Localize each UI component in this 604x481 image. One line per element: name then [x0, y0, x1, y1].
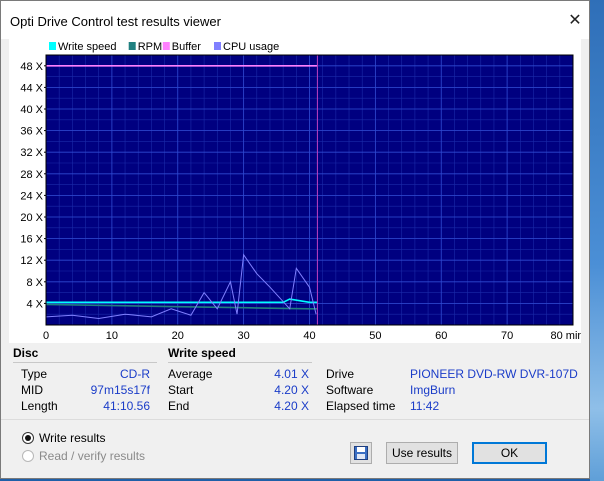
read-verify-radio[interactable]: [22, 450, 34, 462]
drive-info-label: Software: [326, 383, 374, 397]
read-verify-option[interactable]: Read / verify results: [22, 449, 145, 463]
x-tick-label: 0: [43, 330, 49, 342]
write-results-label: Write results: [39, 431, 106, 445]
write-speed-info-label: Start: [168, 383, 194, 397]
legend-swatch: [162, 42, 170, 50]
write-results-radio[interactable]: [22, 432, 34, 444]
desktop-background: [590, 0, 604, 481]
write-speed-info-value: 4.20 X: [274, 399, 309, 413]
y-tick-label: 8 X: [26, 277, 43, 289]
chart-panel: Write speed RPM Buffer CPU usage 4 X 8 X 12 X 1…: [9, 39, 584, 343]
write-speed-info-value: 4.20 X: [274, 383, 309, 397]
drive-info-value: ImgBurn: [410, 383, 456, 397]
write-results-option[interactable]: Write results: [22, 431, 105, 445]
ok-button[interactable]: OK: [472, 442, 547, 464]
legend-swatch: [128, 42, 136, 50]
y-tick-label: 28 X: [20, 169, 43, 181]
y-tick-label: 36 X: [20, 126, 43, 138]
write-speed-info-value: 4.01 X: [274, 367, 309, 381]
disc-info-value: CD-R: [120, 367, 150, 381]
x-tick-label: 10: [106, 330, 118, 342]
disc-header: Disc: [13, 346, 39, 360]
x-tick-label: 40: [303, 330, 315, 342]
write-speed-divider: [168, 362, 312, 363]
y-tick-label: 40 X: [20, 104, 43, 116]
disc-info-value: 41:10.56: [103, 399, 150, 413]
y-tick-label: 12 X: [20, 255, 43, 267]
disc-divider: [13, 362, 157, 363]
window-title: Opti Drive Control test results viewer: [10, 14, 221, 29]
drive-info-value: PIONEER DVD-RW DVR-107D: [410, 367, 578, 381]
read-verify-label: Read / verify results: [39, 449, 146, 463]
write-speed-chart: Write speed RPM Buffer CPU usage 4 X 8 X 12 X 1…: [20, 41, 583, 342]
legend-swatch: [214, 42, 221, 50]
save-button[interactable]: [350, 442, 372, 464]
legend-label: CPU usage: [223, 41, 279, 53]
legend-swatch: [49, 42, 56, 50]
drive-info-label: Elapsed time: [326, 399, 396, 413]
write-speed-header: Write speed: [168, 346, 236, 360]
y-tick-label: 32 X: [20, 147, 43, 159]
x-tick-label: 50: [369, 330, 381, 342]
legend-label: Write speed: [58, 41, 117, 53]
x-tick-label: 30: [238, 330, 250, 342]
x-tick-label: 20: [172, 330, 184, 342]
y-tick-label: 48 X: [20, 61, 43, 73]
disc-info-label: Type: [21, 367, 48, 381]
legend-label: Buffer: [172, 41, 201, 53]
use-results-button[interactable]: Use results: [386, 442, 458, 464]
y-tick-label: 24 X: [20, 190, 43, 202]
y-tick-label: 44 X: [20, 82, 43, 94]
title-bar: Opti Drive Control test results viewer ✕: [1, 1, 589, 39]
section-divider: [1, 419, 589, 420]
x-tick-label: 80 min: [550, 330, 581, 342]
drive-info-label: Drive: [326, 367, 355, 381]
y-tick-label: 20 X: [20, 212, 43, 224]
close-icon: ✕: [568, 12, 582, 29]
floppy-disk-icon: [354, 446, 368, 460]
write-speed-info-label: Average: [168, 367, 213, 381]
disc-info-value: 97m15s17f: [90, 383, 150, 397]
disc-info-label: MID: [21, 383, 43, 397]
radio-selected-dot: [25, 435, 31, 441]
y-tick-label: 4 X: [26, 298, 43, 310]
x-tick-label: 70: [501, 330, 513, 342]
legend-label: RPM: [138, 41, 162, 53]
drive-info-value: 11:42: [410, 399, 440, 413]
close-button[interactable]: ✕: [561, 5, 589, 35]
disc-info-label: Length: [21, 399, 58, 413]
x-tick-label: 60: [435, 330, 447, 342]
dialog-window: Opti Drive Control test results viewer ✕…: [0, 0, 590, 479]
write-speed-info-label: End: [168, 399, 190, 413]
y-tick-label: 16 X: [20, 234, 43, 246]
